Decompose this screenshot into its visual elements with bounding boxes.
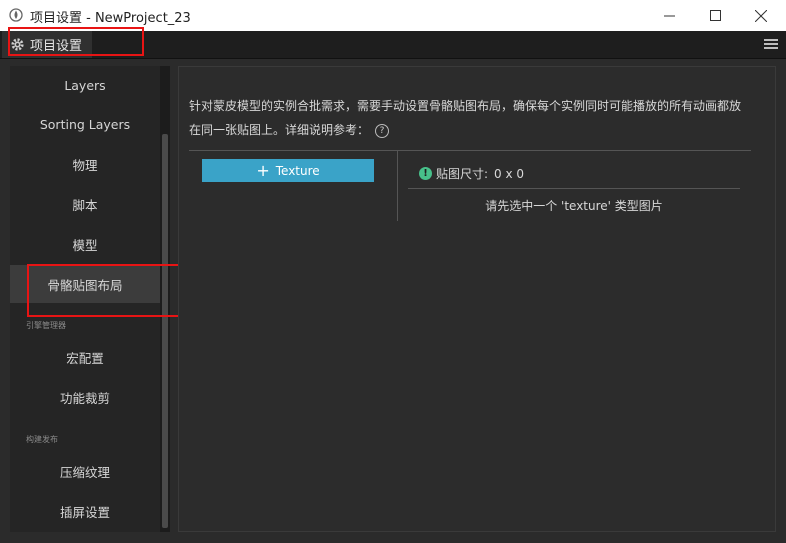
description: 针对蒙皮模型的实例合批需求，需要手动设置骨骼贴图布局，确保每个实例同时可能播放的… — [189, 94, 759, 142]
sidebar-item-sorting-layers[interactable]: Sorting Layers — [10, 105, 160, 143]
sidebar-scrollbar-thumb[interactable] — [162, 134, 168, 528]
column-divider — [397, 151, 398, 221]
info-divider — [408, 188, 740, 189]
plus-icon: + — [256, 160, 270, 180]
description-line-1: 针对蒙皮模型的实例合批需求，需要手动设置骨骼贴图布局，确保每个实例同时可能播放的… — [189, 99, 742, 113]
sidebar-item-texture-compression[interactable]: 压缩纹理 — [10, 452, 160, 490]
section-divider — [189, 150, 751, 151]
sidebar-item-models[interactable]: 模型 — [10, 225, 160, 263]
sidebar-item-feature-cropping[interactable]: 功能裁剪 — [10, 378, 160, 416]
maximize-icon — [709, 10, 721, 21]
close-icon — [755, 9, 767, 22]
maximize-button[interactable] — [692, 0, 738, 31]
texture-size-value: 0 x 0 — [494, 166, 525, 181]
sidebar-item-layers[interactable]: Layers — [10, 66, 160, 104]
sidebar-item-physics[interactable]: 物理 — [10, 145, 160, 183]
select-texture-hint: 请先选中一个 'texture' 类型图片 — [485, 199, 663, 213]
texture-size-label: 贴图尺寸: — [436, 167, 489, 181]
close-button[interactable] — [738, 0, 784, 31]
help-icon[interactable]: ? — [375, 123, 390, 138]
item-highlight-box — [27, 264, 189, 317]
skeleton-texture-layout-panel: 针对蒙皮模型的实例合批需求，需要手动设置骨骼贴图布局，确保每个实例同时可能播放的… — [178, 66, 776, 532]
minimize-button[interactable] — [646, 0, 692, 31]
description-line-2-text: 在同一张贴图上。详细说明参考： — [189, 123, 370, 137]
sidebar-item-splash-settings[interactable]: 插屏设置 — [10, 492, 160, 530]
add-texture-button[interactable]: + Texture — [202, 159, 374, 182]
minimize-icon — [663, 15, 675, 17]
sidebar-group-engine-manager: 引擎管理器 — [26, 321, 66, 330]
tab-highlight-box — [8, 27, 144, 56]
sidebar-item-scripts[interactable]: 脚本 — [10, 185, 160, 223]
sidebar-group-build-publish: 构建发布 — [26, 435, 58, 444]
window-title: 项目设置 - NewProject_23 — [30, 11, 191, 26]
texture-size-row: ! 贴图尺寸: 0 x 0 — [419, 165, 524, 182]
hamburger-menu-icon[interactable] — [764, 38, 778, 50]
add-texture-label: Texture — [275, 163, 320, 178]
app-logo-icon — [9, 8, 23, 22]
info-icon: ! — [419, 167, 432, 180]
sidebar-item-macro-config[interactable]: 宏配置 — [10, 338, 160, 376]
description-line-2: 在同一张贴图上。详细说明参考：? — [189, 118, 759, 142]
